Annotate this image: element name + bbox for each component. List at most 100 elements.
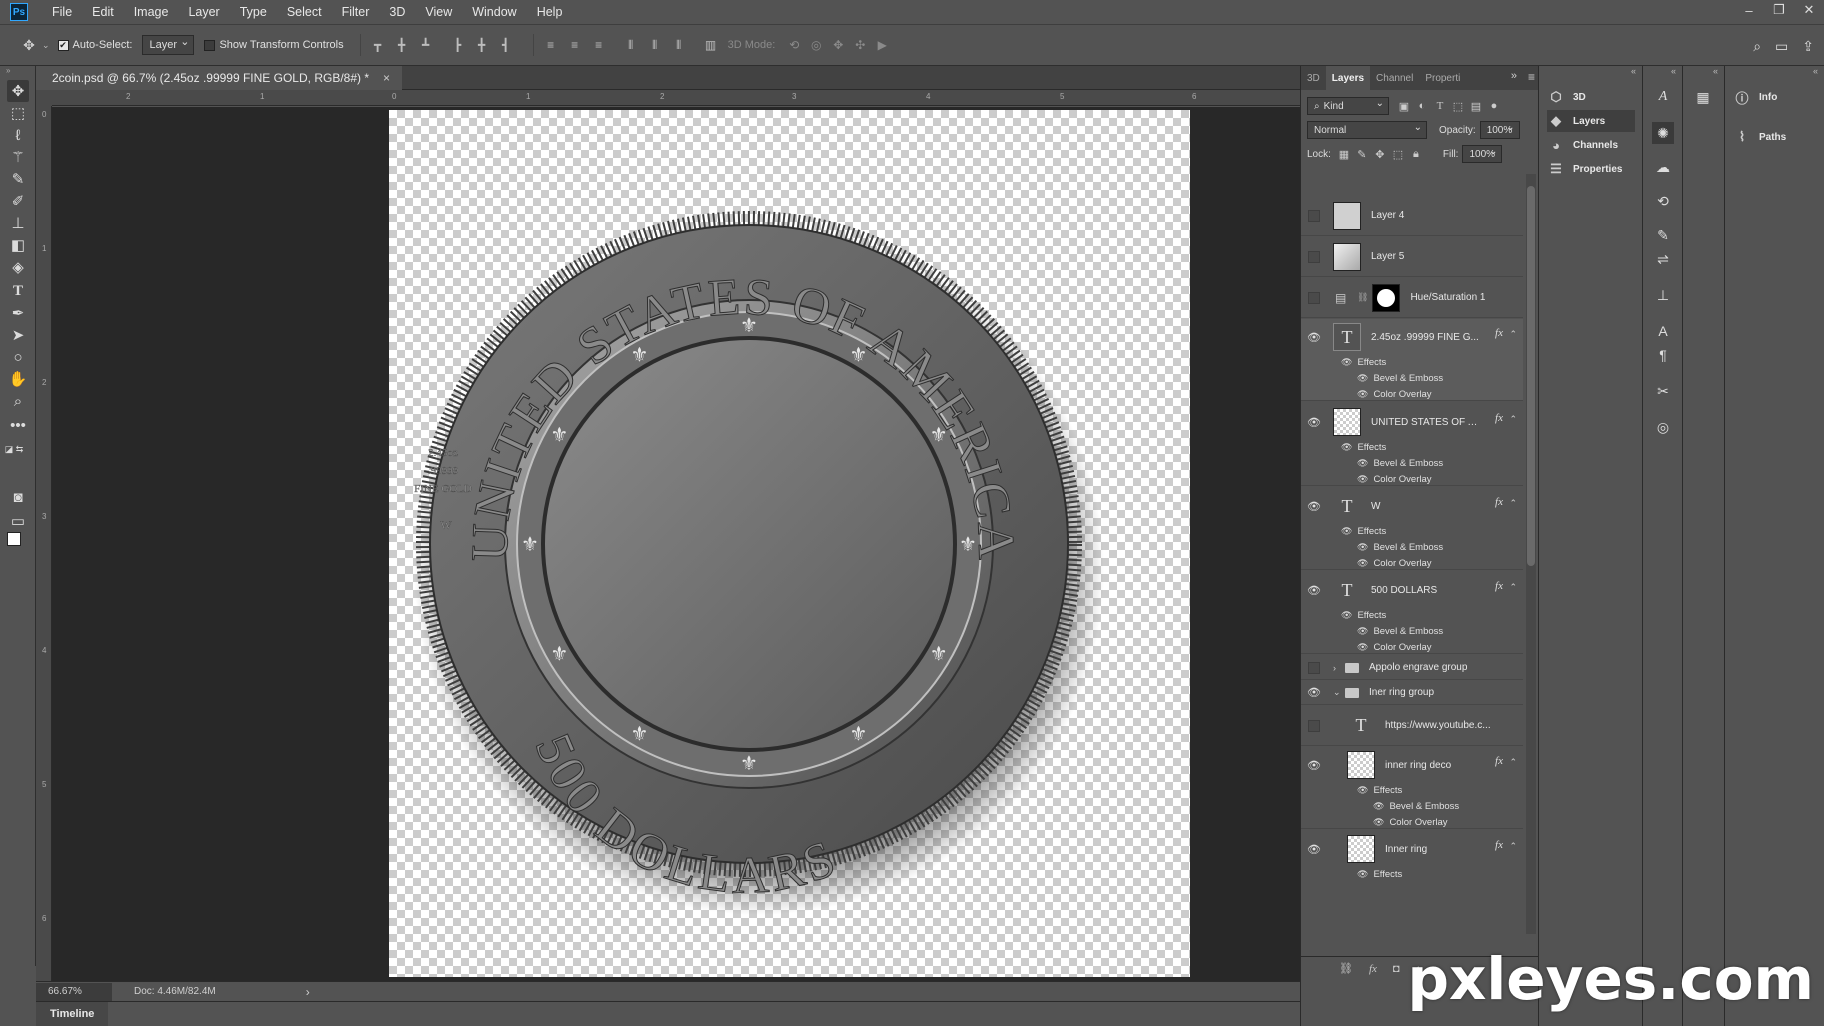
effect-overlay-row[interactable]: 👁︎ Color Overlay (1373, 817, 1448, 828)
link-icon[interactable]: ⛓ (1357, 292, 1368, 303)
toolbar-collapse-icon[interactable]: » (0, 66, 35, 76)
effect-bevel-row[interactable]: 👁︎ Bevel & Emboss (1357, 542, 1443, 553)
restore-button[interactable]: ❐ (1764, 0, 1794, 20)
eye-icon[interactable]: 👁︎ (1303, 412, 1325, 432)
timeline-tab[interactable]: Timeline (36, 1002, 109, 1026)
show-transform-checkbox[interactable] (204, 39, 216, 51)
layer-effects-icon[interactable]: fx (1495, 839, 1503, 851)
eye-icon[interactable]: 👁︎ (1357, 373, 1368, 384)
adjustments-icon[interactable]: ✺ (1652, 122, 1674, 144)
eye-icon[interactable]: 👁︎ (1303, 683, 1325, 703)
foreground-color-swatch[interactable] (7, 532, 21, 546)
brush-settings-icon[interactable]: ✎ (1652, 224, 1674, 246)
collapse-effects-icon[interactable]: ⌃ (1509, 414, 1517, 425)
dock-layers[interactable]: ◆ Layers (1547, 110, 1635, 132)
layer-row[interactable]: 👁︎ UNITED STATES OF AM... fx ⌃ 👁︎ Effects… (1301, 404, 1523, 486)
minimize-button[interactable]: – (1734, 0, 1764, 20)
menu-type[interactable]: Type (230, 0, 277, 24)
hand-tool-icon[interactable]: ✋ (7, 368, 29, 390)
tool-presets-icon[interactable]: ✂ (1652, 380, 1674, 402)
default-colors-icon[interactable]: ◪ ⇆ (3, 438, 25, 460)
dock-paths[interactable]: ⌇ Paths (1733, 126, 1821, 148)
align-hcenter-icon[interactable]: ╋ (471, 34, 493, 56)
lock-artboard-icon[interactable]: ⬚ (1389, 145, 1407, 163)
lock-all-icon[interactable]: 🔒︎ (1407, 145, 1425, 163)
auto-select-target-dropdown[interactable]: Layer (142, 35, 195, 55)
effect-overlay-row[interactable]: 👁︎ Color Overlay (1357, 558, 1432, 569)
lock-transparent-icon[interactable]: ▦ (1335, 145, 1353, 163)
ruler-origin[interactable] (36, 90, 52, 106)
character-styles-icon[interactable]: A (1652, 86, 1674, 108)
auto-select-checkbox[interactable]: ✔ (57, 39, 69, 51)
eye-icon[interactable]: 👁︎ (1303, 327, 1325, 347)
link-layers-icon[interactable]: ⛓ (1339, 962, 1353, 975)
eye-icon[interactable]: 👁︎ (1357, 869, 1368, 880)
dock-info[interactable]: ⓘ Info (1733, 86, 1821, 108)
eye-icon[interactable]: 👁︎ (1357, 474, 1368, 485)
paint-bucket-tool-icon[interactable]: ◈ (7, 256, 29, 278)
collapse-effects-icon[interactable]: ⌃ (1509, 582, 1517, 593)
visibility-toggle[interactable] (1303, 288, 1325, 308)
layer-row[interactable]: 👁︎ Inner ring fx ⌃ 👁︎ Effects (1301, 831, 1523, 891)
eye-icon[interactable]: 👁︎ (1373, 817, 1384, 828)
collapse-arrows-icon[interactable]: « (1631, 66, 1636, 76)
layers-scrollbar[interactable] (1526, 174, 1536, 934)
effect-bevel-row[interactable]: 👁︎ Bevel & Emboss (1373, 801, 1459, 812)
roll-3d-icon[interactable]: ◎ (805, 34, 827, 56)
ellipse-tool-icon[interactable]: ○ (7, 346, 29, 368)
lasso-tool-icon[interactable]: ℓ (7, 124, 29, 146)
distribute-left-icon[interactable]: ⦀ (620, 34, 642, 56)
eye-icon[interactable]: 👁︎ (1357, 558, 1368, 569)
scale-3d-icon[interactable]: ▶ (871, 34, 893, 56)
collapse-arrows-icon[interactable]: « (1813, 66, 1818, 76)
marquee-tool-icon[interactable]: ⬚ (7, 102, 29, 124)
align-left-icon[interactable]: ┣ (447, 34, 469, 56)
menu-file[interactable]: File (42, 0, 82, 24)
collapse-arrows-icon[interactable]: « (1713, 66, 1718, 76)
brush-tool-icon[interactable]: ✐ (7, 190, 29, 212)
share-icon[interactable]: ⇪ (1802, 38, 1814, 55)
close-document-icon[interactable]: × (383, 71, 390, 85)
effect-overlay-row[interactable]: 👁︎ Color Overlay (1357, 474, 1432, 485)
magic-wand-tool-icon[interactable]: ⚚ (7, 146, 29, 168)
layer-row[interactable]: Layer 4 (1301, 196, 1523, 236)
eraser-tool-icon[interactable]: ◧ (7, 234, 29, 256)
eye-icon[interactable]: 👁︎ (1341, 357, 1352, 368)
eye-icon[interactable]: 👁︎ (1341, 610, 1352, 621)
eye-icon[interactable]: 👁︎ (1341, 526, 1352, 537)
tab-channels[interactable]: Channel (1370, 66, 1419, 90)
menu-edit[interactable]: Edit (82, 0, 124, 24)
collapse-arrows-icon[interactable]: « (1671, 66, 1676, 76)
menu-image[interactable]: Image (124, 0, 179, 24)
distribute-hcenter-icon[interactable]: ⦀ (644, 34, 666, 56)
menu-layer[interactable]: Layer (178, 0, 229, 24)
align-top-icon[interactable]: ┳ (367, 34, 389, 56)
lock-pixels-icon[interactable]: ✎ (1353, 145, 1371, 163)
filter-type-icon[interactable]: T (1431, 97, 1449, 115)
layer-row[interactable]: Layer 5 (1301, 237, 1523, 277)
orbit-3d-icon[interactable]: ⟲ (783, 34, 805, 56)
menu-help[interactable]: Help (527, 0, 573, 24)
effects-row[interactable]: 👁︎ Effects (1357, 785, 1402, 796)
layer-effects-icon[interactable]: fx (1495, 327, 1503, 339)
filter-adjustment-icon[interactable]: ◐ (1413, 97, 1431, 115)
clone-source-icon[interactable]: ⊥ (1652, 284, 1674, 306)
path-selection-tool-icon[interactable]: ➤ (7, 324, 29, 346)
add-style-icon[interactable]: fx (1369, 963, 1377, 975)
menu-window[interactable]: Window (462, 0, 526, 24)
add-mask-icon[interactable]: ◘ (1393, 963, 1400, 975)
stamp-tool-icon[interactable]: ⊥ (7, 212, 29, 234)
eyedropper-tool-icon[interactable]: ✎ (7, 168, 29, 190)
layer-row[interactable]: 👁︎ inner ring deco fx ⌃ 👁︎ Effects 👁︎ Beve… (1301, 747, 1523, 829)
status-menu-arrow-icon[interactable]: › (306, 985, 310, 999)
eye-icon[interactable]: 👁︎ (1357, 626, 1368, 637)
workspace-icon[interactable]: ▭ (1775, 38, 1788, 55)
dock-3d[interactable]: ⬡ 3D (1547, 86, 1635, 108)
layer-row[interactable]: T https://www.youtube.c... (1301, 706, 1523, 746)
group-row[interactable]: › Appolo engrave group (1301, 656, 1523, 680)
swatches-grid-icon[interactable]: ▦ (1692, 86, 1714, 108)
paragraph-icon[interactable]: ¶ (1652, 344, 1674, 366)
dock-channels[interactable]: ◕ Channels (1547, 134, 1635, 156)
visibility-toggle[interactable] (1303, 716, 1325, 736)
collapse-effects-icon[interactable]: ⌃ (1509, 498, 1517, 509)
